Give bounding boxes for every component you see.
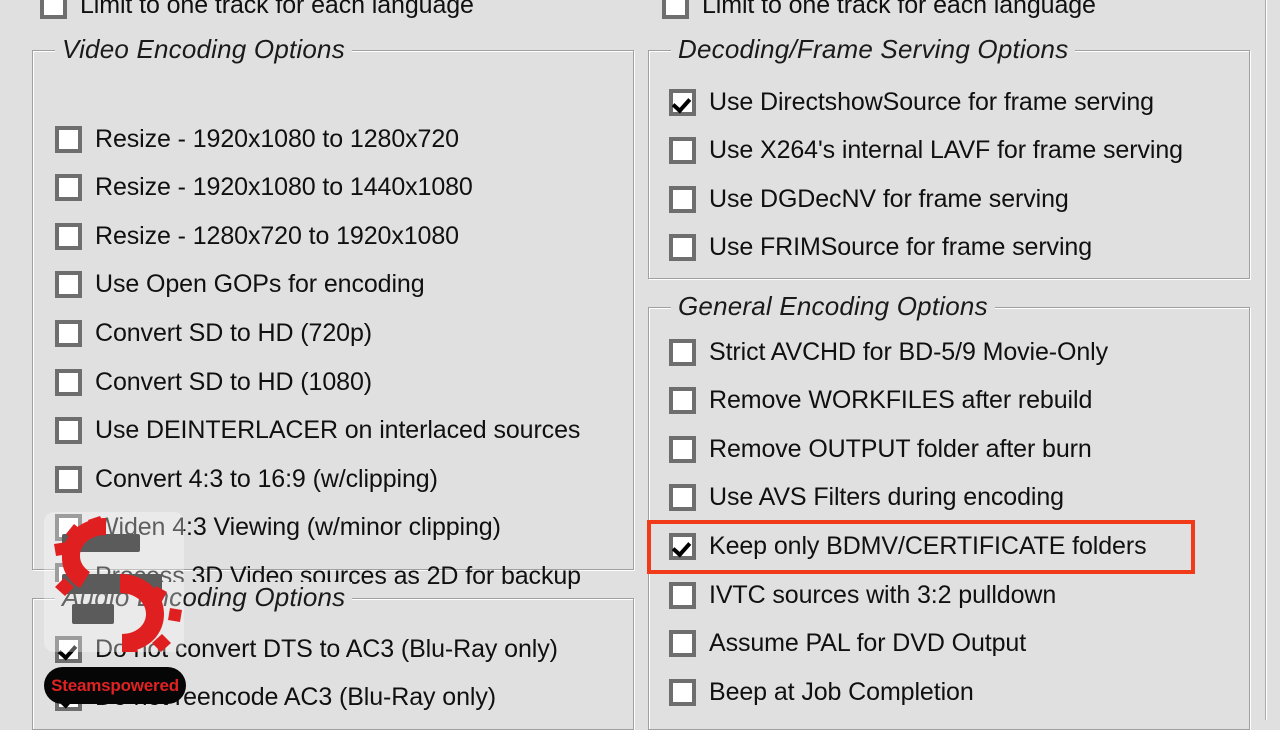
checkbox-label: Use DirectshowSource for frame serving — [709, 87, 1154, 116]
checkbox-row[interactable]: Assume PAL for DVD Output — [669, 627, 1026, 661]
checkbox-label: Keep only BDMV/CERTIFICATE folders — [709, 531, 1147, 560]
checkbox-unchecked-icon[interactable] — [55, 465, 82, 493]
checkbox-unchecked-icon[interactable] — [669, 435, 696, 463]
checkbox-unchecked-icon[interactable] — [55, 319, 82, 347]
group-title: Decoding/Frame Serving Options — [671, 34, 1076, 64]
checkbox-label: Limit to one track for each language — [702, 0, 1096, 19]
checkbox-label: IVTC sources with 3:2 pulldown — [709, 580, 1057, 609]
checkbox-label: Remove OUTPUT folder after burn — [709, 434, 1092, 463]
checkbox-row[interactable]: Use DirectshowSource for frame serving — [669, 85, 1154, 119]
checkbox-label: Assume PAL for DVD Output — [709, 629, 1027, 658]
checkbox-row[interactable]: Convert 4:3 to 16:9 (w/clipping) — [55, 462, 438, 496]
group-decoding-frame-serving-options: Decoding/Frame Serving Options Use Direct… — [648, 34, 1250, 279]
checkbox-unchecked-icon[interactable] — [55, 271, 82, 299]
checkbox-row[interactable]: Limit to one track for each language — [662, 0, 1096, 22]
checkbox-unchecked-icon[interactable] — [669, 338, 696, 366]
checkbox-label: Resize - 1280x720 to 1920x1080 — [95, 221, 459, 250]
watermark-badge: Steamspowered — [44, 667, 186, 704]
checkbox-unchecked-icon[interactable] — [40, 0, 67, 19]
checkbox-unchecked-icon[interactable] — [669, 581, 696, 609]
checkbox-label: Use Open GOPs for encoding — [95, 270, 425, 299]
checkbox-label: Beep at Job Completion — [709, 677, 974, 706]
checkbox-row[interactable]: Keep only BDMV/CERTIFICATE folders — [669, 529, 1147, 563]
group-general-encoding-options: General Encoding Options Strict AVCHD for… — [647, 291, 1250, 730]
checkbox-row[interactable]: Remove OUTPUT folder after burn — [669, 432, 1092, 466]
checkbox-row[interactable]: Use DEINTERLACER on interlaced sources — [55, 414, 580, 448]
checkbox-label: Resize - 1920x1080 to 1440x1080 — [95, 173, 473, 202]
checkbox-label: Limit to one track for each language — [80, 0, 474, 19]
checkbox-row[interactable]: Limit to one track for each language — [40, 0, 474, 22]
checkbox-checked-icon[interactable] — [669, 88, 696, 116]
group-title: General Encoding Options — [671, 291, 995, 321]
group-video-encoding-options: Video Encoding Options Resize - 1920x1080… — [32, 34, 634, 590]
checkbox-label: Use AVS Filters during encoding — [709, 483, 1064, 512]
checkbox-row[interactable]: Remove WORKFILES after rebuild — [669, 384, 1092, 418]
checkbox-row[interactable]: Strict AVCHD for BD-5/9 Movie-Only — [669, 335, 1108, 369]
checkbox-row[interactable]: Use X264's internal LAVF for frame servi… — [669, 134, 1183, 168]
top-cut-row-right[interactable]: Limit to one track for each language — [662, 0, 1262, 22]
checkbox-label: Convert 4:3 to 16:9 (w/clipping) — [95, 464, 438, 493]
checkbox-label: Use DEINTERLACER on interlaced sources — [95, 416, 581, 445]
checkbox-row[interactable]: Resize - 1920x1080 to 1440x1080 — [55, 171, 473, 205]
checkbox-unchecked-icon[interactable] — [662, 0, 689, 19]
group-title: Video Encoding Options — [55, 34, 352, 64]
checkbox-label: Strict AVCHD for BD-5/9 Movie-Only — [709, 337, 1109, 366]
steamspowered-logo-icon — [44, 512, 184, 652]
checkbox-label: Resize - 1920x1080 to 1280x720 — [95, 124, 459, 153]
checkbox-unchecked-icon[interactable] — [55, 174, 82, 202]
checkbox-unchecked-icon[interactable] — [669, 234, 696, 262]
checkbox-unchecked-icon[interactable] — [669, 387, 696, 415]
checkbox-unchecked-icon[interactable] — [669, 630, 696, 658]
checkbox-unchecked-icon[interactable] — [55, 417, 82, 445]
checkbox-row[interactable]: Resize - 1920x1080 to 1280x720 — [55, 122, 459, 156]
checkbox-row[interactable]: Resize - 1280x720 to 1920x1080 — [55, 219, 459, 253]
checkbox-label: Convert SD to HD (1080) — [95, 367, 372, 396]
checkbox-label: Use X264's internal LAVF for frame servi… — [709, 136, 1183, 165]
top-cut-row-left[interactable]: Limit to one track for each language — [40, 0, 640, 22]
checkbox-row[interactable]: Use DGDecNV for frame serving — [669, 182, 1069, 216]
checkbox-label: Remove WORKFILES after rebuild — [709, 386, 1093, 415]
checkbox-unchecked-icon[interactable] — [669, 137, 696, 165]
checkbox-unchecked-icon[interactable] — [669, 678, 696, 706]
checkbox-unchecked-icon[interactable] — [55, 222, 82, 250]
watermark-label: Steamspowered — [51, 675, 179, 695]
checkbox-label: Use FRIMSource for frame serving — [709, 233, 1093, 262]
checkbox-row[interactable]: Convert SD to HD (1080) — [55, 365, 372, 399]
panel-right-edge — [1265, 0, 1267, 720]
checkbox-unchecked-icon[interactable] — [669, 185, 696, 213]
checkbox-unchecked-icon[interactable] — [669, 484, 696, 512]
checkbox-row[interactable]: Beep at Job Completion — [669, 675, 974, 709]
checkbox-row[interactable]: Use FRIMSource for frame serving — [669, 231, 1092, 265]
checkbox-row[interactable]: Use Open GOPs for encoding — [55, 268, 425, 302]
checkbox-checked-icon[interactable] — [669, 532, 696, 560]
encoding-options-panel: Limit to one track for each language Lim… — [0, 0, 1280, 730]
checkbox-label: Use DGDecNV for frame serving — [709, 184, 1069, 213]
checkbox-unchecked-icon[interactable] — [55, 368, 82, 396]
checkbox-unchecked-icon[interactable] — [55, 125, 82, 153]
checkbox-row[interactable]: Use AVS Filters during encoding — [669, 481, 1064, 515]
checkbox-row[interactable]: Convert SD to HD (720p) — [55, 316, 372, 350]
checkbox-row[interactable]: IVTC sources with 3:2 pulldown — [669, 578, 1056, 612]
checkbox-label: Convert SD to HD (720p) — [95, 318, 372, 347]
